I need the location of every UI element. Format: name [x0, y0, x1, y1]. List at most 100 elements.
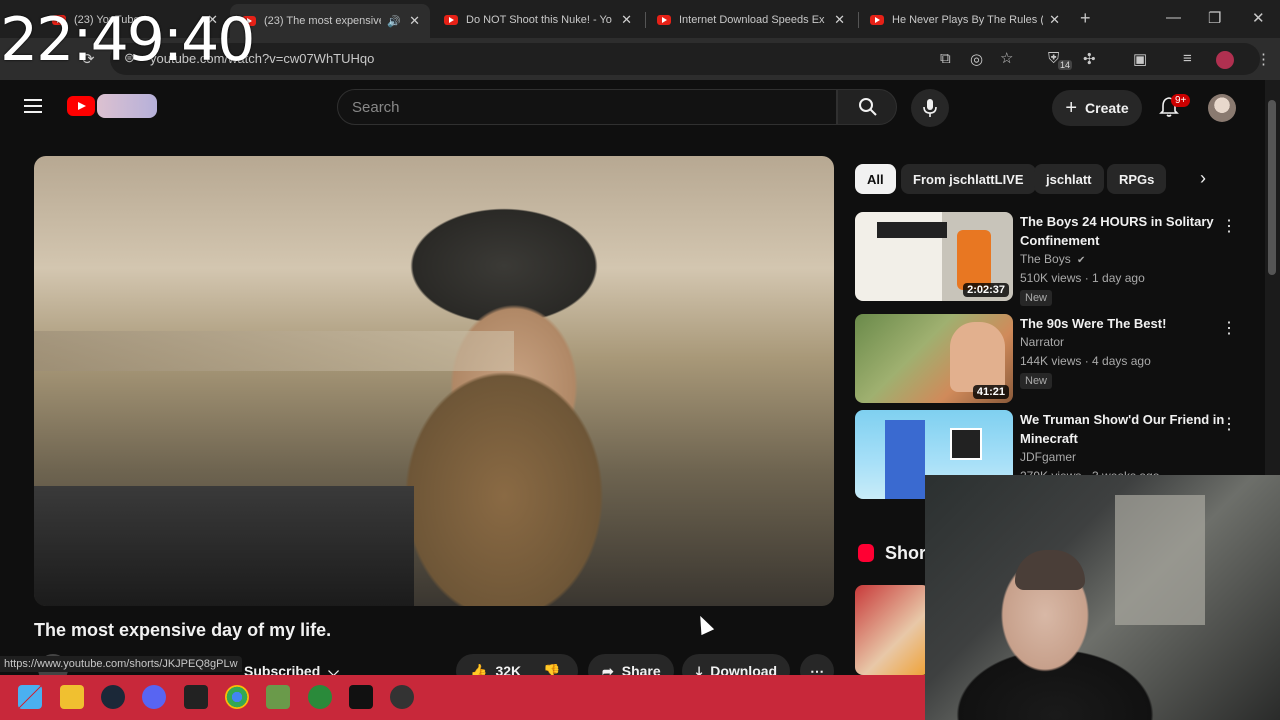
more-actions-button[interactable]: ⋯ — [800, 654, 834, 676]
youtube-logo[interactable] — [67, 96, 95, 116]
file-explorer-icon[interactable] — [60, 685, 84, 709]
thumbnail-character — [950, 428, 982, 460]
close-tab-icon[interactable]: ✕ — [409, 13, 420, 29]
minecraft-icon[interactable] — [266, 685, 290, 709]
channel-name[interactable]: The Boys — [1020, 252, 1071, 266]
microphone-icon — [923, 99, 937, 117]
chip-rpgs[interactable]: RPGs — [1107, 164, 1167, 194]
tab-rules[interactable]: He Never Plays By The Rules ( ✕ — [858, 6, 1070, 34]
channel-name[interactable]: Narrator — [1020, 335, 1064, 349]
search-button[interactable] — [837, 89, 897, 125]
chrome-icon[interactable] — [225, 685, 249, 709]
video-thumbnail[interactable]: 2:02:37 — [855, 212, 1013, 301]
video-player[interactable] — [34, 156, 834, 606]
extensions-puzzle-icon[interactable]: ✣ — [1083, 50, 1096, 68]
search-box[interactable]: Search — [337, 89, 837, 125]
chip-all[interactable]: All — [855, 164, 896, 194]
obs-studio-icon[interactable] — [390, 685, 414, 709]
voice-search-button[interactable] — [911, 89, 949, 127]
webcam-person-hair — [1015, 550, 1085, 590]
tab-title: Internet Download Speeds Ex — [679, 14, 825, 26]
youtube-header: Search + Create — [0, 80, 1265, 136]
start-menu-icon[interactable] — [18, 685, 42, 709]
more-vertical-icon[interactable]: ⋮ — [1221, 414, 1237, 434]
youtube-favicon-icon — [444, 15, 458, 25]
download-button[interactable]: ⤓ Download — [682, 654, 790, 676]
more-vertical-icon[interactable]: ⋮ — [1221, 318, 1237, 338]
plus-icon: + — [1065, 96, 1078, 119]
rockstar-launcher-icon[interactable] — [184, 685, 208, 709]
thumbs-down-icon[interactable]: 👎 — [543, 663, 560, 677]
thumbnail-character — [885, 420, 925, 499]
search-icon — [859, 98, 877, 116]
xbox-app-icon[interactable] — [308, 685, 332, 709]
profile-avatar[interactable] — [1216, 51, 1234, 69]
close-tab-icon[interactable]: ✕ — [1049, 12, 1060, 28]
speaker-icon[interactable]: 🔊 — [387, 15, 401, 28]
webcam-overlay — [925, 475, 1280, 720]
thumbs-up-icon[interactable]: 👍 — [470, 663, 487, 677]
create-button[interactable]: + Create — [1052, 90, 1142, 126]
eye-blocked-icon[interactable]: ◎ — [970, 50, 983, 68]
more-horizontal-icon: ⋯ — [810, 662, 824, 677]
channel-row[interactable]: The Boys ✔ — [1020, 252, 1085, 266]
tab-active-video[interactable]: (23) The most expensive d 🔊 ✕ — [230, 4, 430, 38]
notifications-count-badge: 9+ — [1171, 94, 1191, 107]
account-avatar[interactable] — [1208, 94, 1236, 122]
webcam-background-wall — [1115, 495, 1205, 625]
extensions-count-badge: 14 — [1058, 60, 1073, 70]
link-status-bar: https://www.youtube.com/shorts/JKJPEQ8gP… — [0, 656, 242, 672]
close-tab-icon[interactable]: ✕ — [621, 12, 632, 28]
shorts-icon — [858, 544, 874, 562]
bookmark-star-icon[interactable]: ☆ — [1000, 49, 1013, 67]
like-dislike-group[interactable]: 👍 32K 👎 — [456, 654, 578, 676]
verified-check-icon: ✔ — [1077, 255, 1086, 266]
short-thumbnail[interactable] — [855, 585, 930, 675]
video-duration: 2:02:37 — [963, 283, 1009, 297]
close-window-icon[interactable]: ✕ — [1252, 9, 1265, 27]
share-button[interactable]: ➦ Share — [588, 654, 674, 676]
video-meta: 510K views · 1 day ago — [1020, 271, 1145, 285]
youtube-favicon-icon — [657, 15, 671, 25]
thumbnail-sign — [877, 222, 947, 238]
chip-from-jschlattlive[interactable]: From jschlattLIVE — [901, 164, 1036, 194]
clock-overlay: 22:49:40 — [0, 5, 255, 75]
split-view-icon[interactable]: ▣ — [1133, 50, 1147, 68]
discord-icon[interactable] — [142, 685, 166, 709]
channel-name[interactable]: JDFgamer — [1020, 450, 1076, 464]
subscribed-button[interactable]: Subscribed ⌵ — [230, 654, 353, 677]
tab-download-speeds[interactable]: Internet Download Speeds Ex ✕ — [645, 6, 855, 34]
video-duration: 41:21 — [972, 385, 1009, 399]
new-tab-button[interactable]: + — [1080, 8, 1091, 29]
steam-icon[interactable] — [101, 685, 125, 709]
media-controls-icon[interactable]: ≡ — [1183, 50, 1192, 67]
chevron-right-icon[interactable]: › — [1200, 168, 1206, 189]
mouse-cursor-icon — [693, 612, 715, 636]
recommendation-title[interactable]: The 90s Were The Best! — [1020, 314, 1225, 333]
install-app-icon[interactable]: ⧉ — [940, 50, 951, 67]
video-title: The most expensive day of my life. — [34, 620, 332, 640]
maximize-icon[interactable]: ❐ — [1208, 9, 1221, 27]
youtube-doodle-logo[interactable] — [97, 94, 157, 118]
video-meta: 144K views · 4 days ago — [1020, 354, 1151, 368]
new-badge: New — [1020, 373, 1053, 389]
minimize-icon[interactable]: — — [1166, 9, 1181, 26]
tab-nuke[interactable]: Do NOT Shoot this Nuke! - Yo ✕ — [432, 6, 642, 34]
capcut-icon[interactable] — [349, 685, 373, 709]
chip-jschlatt[interactable]: jschlatt — [1034, 164, 1104, 194]
recommendation-item[interactable]: 2:02:37 The Boys 24 HOURS in Solitary Co… — [855, 212, 1255, 306]
tab-title: He Never Plays By The Rules ( — [892, 14, 1044, 26]
browser-menu-icon[interactable]: ⋮ — [1256, 50, 1271, 68]
recommendation-title[interactable]: We Truman Show'd Our Friend in Minecraft — [1020, 410, 1225, 448]
share-arrow-icon: ➦ — [602, 662, 614, 677]
create-label: Create — [1085, 100, 1129, 116]
video-thumbnail[interactable]: 41:21 — [855, 314, 1013, 403]
recommendation-item[interactable]: 41:21 The 90s Were The Best! Narrator 14… — [855, 314, 1255, 404]
scrollbar-thumb[interactable] — [1268, 100, 1276, 275]
hamburger-menu-icon[interactable] — [24, 99, 42, 113]
windows-taskbar — [0, 675, 925, 720]
recommendation-title[interactable]: The Boys 24 HOURS in Solitary Confinemen… — [1020, 212, 1225, 250]
video-frame-counter — [34, 331, 514, 371]
more-vertical-icon[interactable]: ⋮ — [1221, 216, 1237, 236]
close-tab-icon[interactable]: ✕ — [834, 12, 845, 28]
